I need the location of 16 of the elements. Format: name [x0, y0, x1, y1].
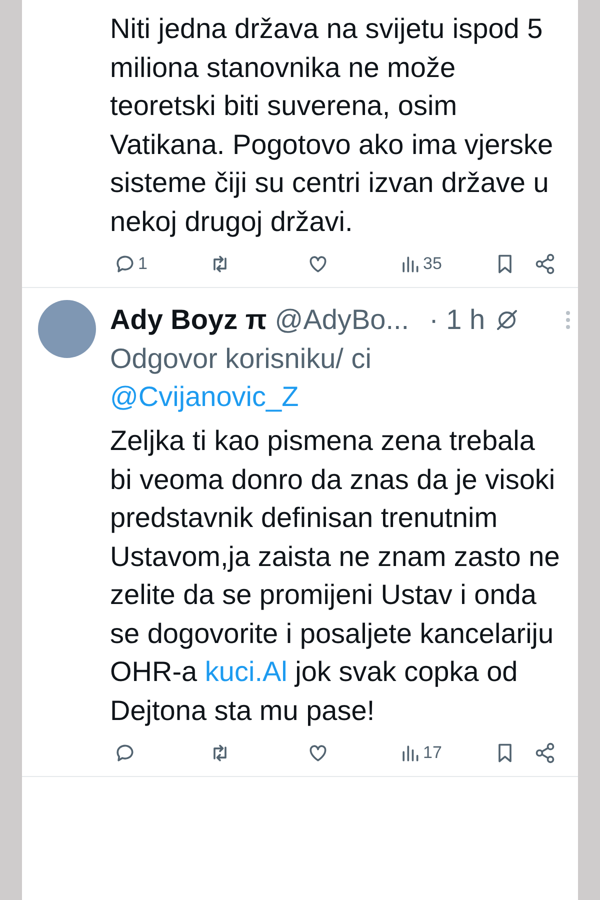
count: 17 [423, 742, 442, 764]
reply-context: Odgovor korisniku/ ci @Cvijanovic_Z [110, 342, 372, 414]
share-icon[interactable] [534, 253, 556, 275]
share-icon[interactable] [534, 742, 556, 764]
tweet-text: Niti jedna država na svijetu ispod 5 miliona stanovnika ne može teoretski biti suverena, osim Vatikana. Pogotovo ako ima vjerske sisteme čiji su centri izvan države u nekoj drugoj državi. [110, 12, 554, 239]
reply-icon[interactable] [114, 253, 136, 275]
reply-icon[interactable] [114, 742, 136, 764]
author-handle[interactable]: @AdyBo... [274, 299, 410, 341]
count: 35 [423, 253, 442, 276]
author-name[interactable]: Ady Boyz π [110, 299, 267, 341]
heart-icon[interactable] [307, 253, 329, 275]
slashed-circle-icon [495, 308, 520, 332]
post-time: · 1 h [429, 303, 486, 337]
tweet-text: Zeljka ti kao pismena zena trebala bi veoma donro da znas da je visoki predstavnik definisan trenutnim Ustavom,ja zaista ne znam zasto ne zelite da se promijeni Ustav i onda se dogovorite i posaljete kancelariju OHR-a kuci.Al jok svak copka od Dejtona sta mu pase! [110, 424, 560, 728]
count: 1 [138, 253, 148, 276]
heart-icon[interactable] [307, 742, 329, 764]
